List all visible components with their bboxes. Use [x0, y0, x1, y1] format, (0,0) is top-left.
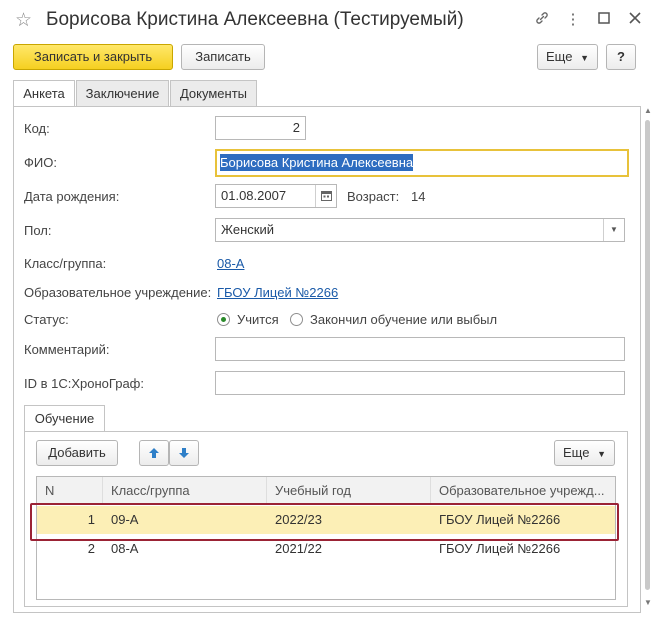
birth-date-label: Дата рождения:	[24, 189, 120, 204]
save-button[interactable]: Записать	[181, 44, 265, 70]
class-label: Класс/группа:	[24, 256, 107, 271]
tab-conclusion[interactable]: Заключение	[76, 80, 169, 106]
more-button[interactable]: Еще ▼	[537, 44, 598, 70]
more-vertical-icon[interactable]: ⋮	[563, 10, 583, 30]
education-more-label: Еще	[563, 445, 590, 460]
cell-n-value: 2	[87, 541, 95, 556]
more-button-label: Еще	[546, 49, 573, 64]
chronograph-id-field[interactable]	[215, 371, 625, 395]
sex-select-value: Женский	[221, 222, 274, 237]
scroll-down-icon[interactable]: ▼	[644, 598, 652, 607]
move-down-button[interactable]	[169, 440, 199, 466]
age-label: Возраст:	[347, 189, 400, 204]
comment-field[interactable]	[215, 337, 625, 361]
status-label: Статус:	[24, 312, 69, 327]
add-button[interactable]: Добавить	[36, 440, 118, 466]
code-field[interactable]: 2	[215, 116, 306, 140]
education-more-button[interactable]: Еще ▼	[554, 440, 615, 466]
fio-label: ФИО:	[24, 155, 57, 170]
save-and-close-button[interactable]: Записать и закрыть	[13, 44, 173, 70]
column-header-year[interactable]: Учебный год	[267, 477, 431, 505]
maximize-icon[interactable]	[594, 10, 614, 30]
status-radio-studying[interactable]	[217, 313, 230, 326]
star-icon[interactable]: ☆	[15, 9, 32, 32]
status-option-studying[interactable]: Учится	[237, 312, 279, 327]
fio-field-value: Борисова Кристина Алексеевна	[220, 154, 414, 171]
code-label: Код:	[24, 121, 50, 136]
close-icon[interactable]	[625, 10, 645, 30]
column-header-school[interactable]: Образовательное учрежд...	[431, 477, 615, 505]
birth-date-value: 01.08.2007	[221, 188, 287, 203]
school-link[interactable]: ГБОУ Лицей №2266	[217, 285, 338, 300]
column-header-class[interactable]: Класс/группа	[103, 477, 267, 505]
arrow-up-icon	[148, 447, 160, 462]
arrow-down-icon	[178, 447, 190, 462]
link-icon[interactable]	[532, 10, 552, 30]
column-header-n[interactable]: N	[37, 477, 103, 505]
school-label: Образовательное учреждение:	[24, 285, 212, 300]
scroll-up-icon[interactable]: ▲	[644, 106, 652, 115]
calendar-icon[interactable]	[315, 185, 336, 207]
chevron-down-icon: ▼	[597, 449, 606, 459]
status-radio-finished[interactable]	[290, 313, 303, 326]
help-button[interactable]: ?	[606, 44, 636, 70]
tab-education[interactable]: Обучение	[24, 405, 105, 432]
comment-label: Комментарий:	[24, 342, 110, 357]
sex-label: Пол:	[24, 223, 52, 238]
sex-select[interactable]: Женский ▼	[215, 218, 625, 242]
age-value: 14	[411, 189, 426, 204]
title-bar: ☆ Борисова Кристина Алексеевна (Тестируе…	[0, 0, 657, 40]
chevron-down-icon[interactable]: ▼	[603, 219, 624, 241]
row-highlight-frame	[30, 503, 619, 541]
move-up-button[interactable]	[139, 440, 169, 466]
tab-documents[interactable]: Документы	[170, 80, 257, 106]
scrollbar-thumb[interactable]	[645, 120, 650, 590]
chevron-down-icon: ▼	[580, 53, 589, 63]
status-option-finished[interactable]: Закончил обучение или выбыл	[310, 312, 497, 327]
vertical-scrollbar[interactable]: ▲ ▼	[643, 106, 653, 613]
tab-anketa[interactable]: Анкета	[13, 80, 75, 107]
class-link[interactable]: 08-А	[217, 256, 244, 271]
window-title: Борисова Кристина Алексеевна (Тестируемы…	[46, 9, 464, 30]
fio-field[interactable]: Борисова Кристина Алексеевна	[215, 149, 629, 177]
chronograph-id-label: ID в 1С:ХроноГраф:	[24, 376, 144, 391]
birth-date-field[interactable]: 01.08.2007	[215, 184, 337, 208]
